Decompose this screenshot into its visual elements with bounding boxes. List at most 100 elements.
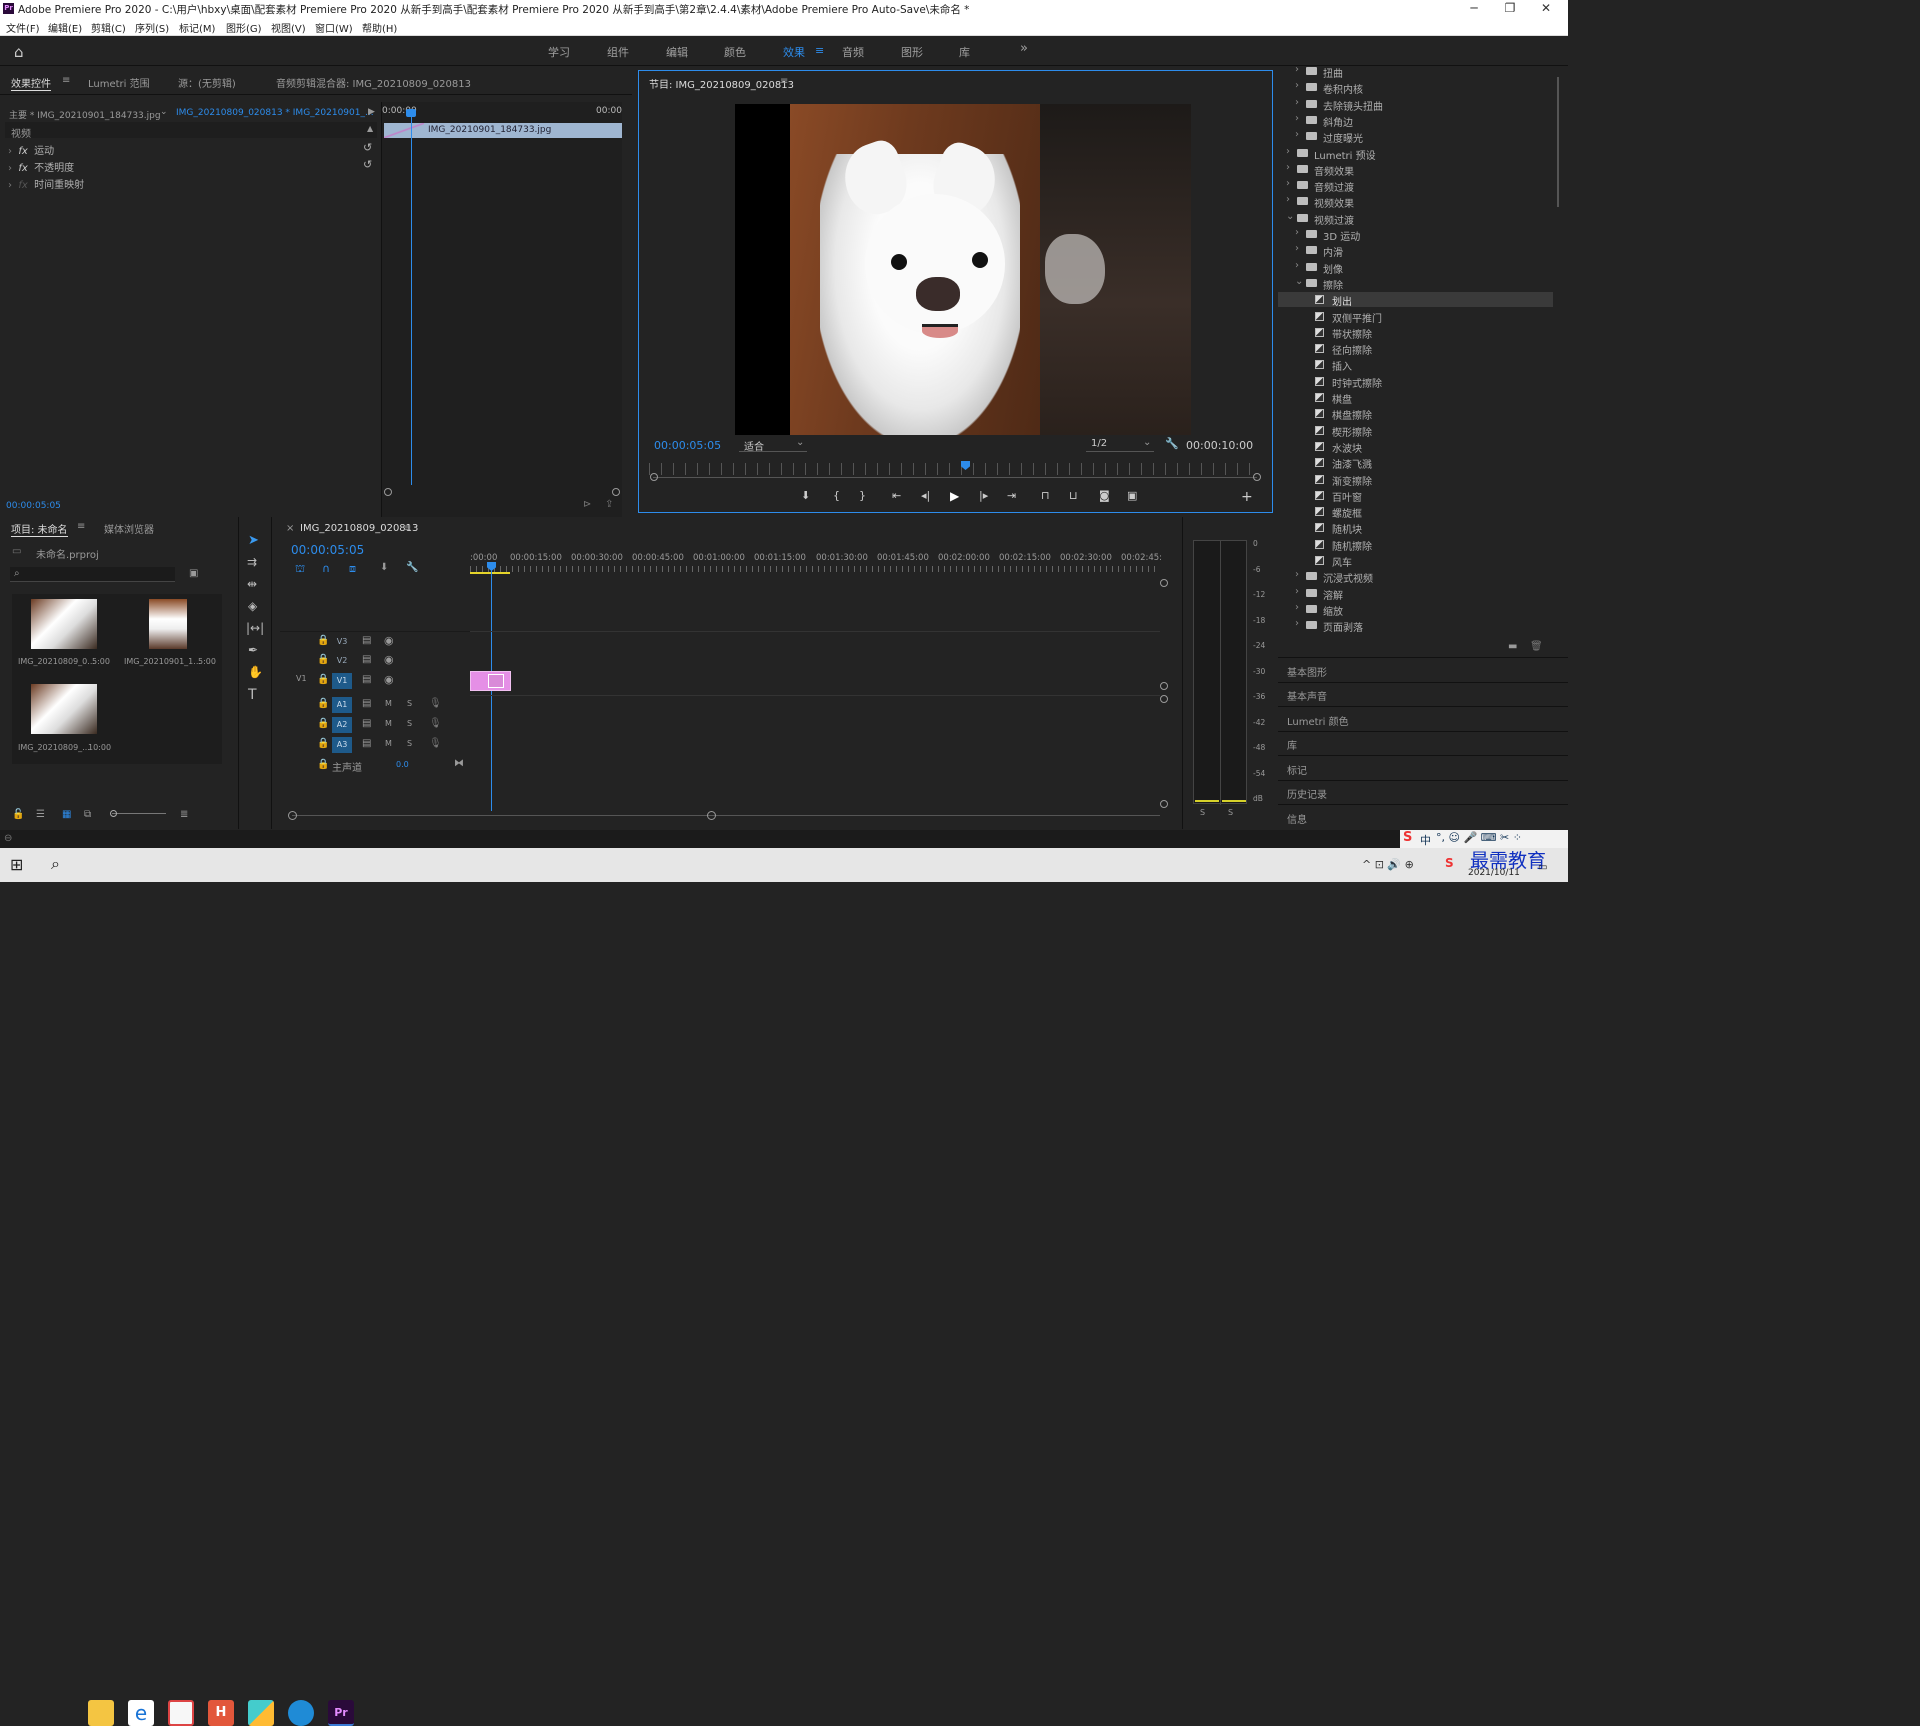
panel-libraries[interactable]: 库: [1287, 737, 1297, 752]
track-label[interactable]: V1: [332, 673, 352, 689]
effects-tree-item[interactable]: 棋盘: [1278, 390, 1553, 406]
resolution-dropdown[interactable]: 1/2 ⌄: [1086, 437, 1154, 452]
tab-source[interactable]: 源：(无剪辑): [178, 75, 236, 90]
slip-tool-icon[interactable]: |↔|: [246, 621, 264, 635]
chevron-right-icon[interactable]: ›: [1295, 113, 1299, 124]
tab-media-browser[interactable]: 媒体浏览器: [104, 521, 154, 536]
go-to-out-icon[interactable]: ⇥: [1007, 489, 1016, 502]
step-forward-icon[interactable]: |▸: [979, 489, 988, 502]
windows-start-icon[interactable]: ⊞: [10, 855, 23, 874]
effects-tree-item[interactable]: › 过度曝光: [1278, 129, 1553, 145]
sync-lock-icon[interactable]: ▤: [362, 698, 371, 709]
track-master[interactable]: 🔒 主声道 0.0 ⧓: [280, 755, 750, 775]
effects-tree-item[interactable]: › 页面剥落: [1278, 618, 1553, 634]
effects-tree-item[interactable]: › 划像: [1278, 260, 1553, 276]
new-bin-icon[interactable]: ▣: [189, 568, 198, 579]
app-icon[interactable]: [248, 1700, 274, 1726]
meter-solo-right[interactable]: S: [1228, 808, 1233, 817]
sogou-tray-icon[interactable]: S: [1445, 856, 1454, 870]
extract-icon[interactable]: ⊔: [1069, 489, 1078, 502]
workspace-audio[interactable]: 音频: [842, 44, 864, 60]
effect-motion[interactable]: 运动: [34, 146, 54, 157]
list-view-icon[interactable]: ☰: [36, 809, 45, 820]
effects-tree-item[interactable]: › 缩放: [1278, 602, 1553, 618]
reset-motion-icon[interactable]: ↺: [363, 141, 372, 154]
menu-clip[interactable]: 剪辑(C): [91, 20, 126, 35]
chevron-right-icon[interactable]: ›: [1295, 80, 1299, 91]
chevron-right-icon[interactable]: ›: [1295, 569, 1299, 580]
ec-mini-timeline[interactable]: 0:00:00 00:00 IMG_20210901_184733.jpg: [381, 102, 622, 524]
ime-mode[interactable]: 中: [1420, 832, 1431, 848]
timeline-horizontal-scrollbar[interactable]: [292, 815, 1160, 816]
project-thumb-1[interactable]: [31, 599, 97, 649]
add-button-icon[interactable]: +: [1241, 489, 1253, 505]
search-icon[interactable]: ⌕: [51, 854, 60, 874]
chevron-right-icon[interactable]: ›: [1286, 146, 1290, 157]
mute-button[interactable]: M: [385, 719, 392, 728]
master-volume-value[interactable]: 0.0: [396, 760, 409, 769]
workspace-editing[interactable]: 编辑: [666, 44, 688, 60]
ec-timecode[interactable]: 00:00:05:05: [6, 501, 61, 511]
chevron-right-icon[interactable]: ›: [1295, 260, 1299, 271]
effects-tree-item[interactable]: 插入: [1278, 357, 1553, 373]
effect-opacity[interactable]: 不透明度: [34, 163, 74, 174]
effects-tree-item[interactable]: 水波块: [1278, 439, 1553, 455]
tab-audio-clip-mixer[interactable]: 音频剪辑混合器: IMG_20210809_020813: [276, 75, 471, 90]
tab-menu-icon[interactable]: ≡: [62, 75, 70, 86]
nest-icon[interactable]: ⛫: [295, 562, 305, 577]
sync-lock-icon[interactable]: ▤: [362, 654, 371, 665]
effects-tree-item[interactable]: › 溶解: [1278, 586, 1553, 602]
effects-tree-item[interactable]: 楔形擦除: [1278, 423, 1553, 439]
project-thumb-2[interactable]: [149, 599, 187, 649]
effects-tree-item[interactable]: › 视频效果: [1278, 194, 1553, 210]
lock-icon[interactable]: 🔓: [12, 809, 24, 820]
browser-icon[interactable]: [168, 1700, 194, 1726]
track-label[interactable]: A3: [332, 737, 352, 753]
program-ruler[interactable]: [649, 463, 1259, 475]
chevron-right-icon[interactable]: ›: [1286, 194, 1290, 205]
new-custom-bin-icon[interactable]: ▬: [1508, 641, 1517, 652]
linked-selection-icon[interactable]: ⧈: [349, 562, 356, 576]
snap-icon[interactable]: ∩: [322, 562, 330, 575]
sync-lock-icon[interactable]: ▤: [362, 674, 371, 685]
edge-icon[interactable]: e: [128, 1700, 154, 1726]
panel-markers[interactable]: 标记: [1287, 762, 1307, 777]
sequence-menu-icon[interactable]: ≡: [403, 523, 411, 534]
sync-lock-icon[interactable]: ▤: [362, 635, 371, 646]
tab-lumetri-scopes[interactable]: Lumetri 范围: [88, 75, 150, 90]
effects-tree-item[interactable]: 双侧平推门: [1278, 309, 1553, 325]
solo-button[interactable]: S: [407, 699, 412, 708]
chevron-right-icon[interactable]: ›: [1286, 178, 1290, 189]
compare-icon[interactable]: ▣: [1127, 489, 1137, 502]
hand-tool-icon[interactable]: ✋: [248, 665, 263, 679]
mute-button[interactable]: M: [385, 739, 392, 748]
effects-tree-item[interactable]: › 扭曲: [1278, 67, 1553, 80]
ripple-edit-icon[interactable]: ⇹: [247, 577, 257, 591]
chevron-right-icon[interactable]: ›: [1295, 129, 1299, 140]
hbuilder-icon[interactable]: H: [208, 1700, 234, 1726]
lock-icon[interactable]: 🔒: [317, 635, 329, 646]
master-clip-label[interactable]: 主要 * IMG_20210901_184733.jpg: [9, 108, 161, 121]
lock-icon[interactable]: 🔒: [317, 738, 329, 749]
effects-tree-item[interactable]: 随机块: [1278, 520, 1553, 536]
chevron-down-icon[interactable]: ⌄: [1295, 276, 1303, 287]
sync-lock-icon[interactable]: ▤: [362, 718, 371, 729]
chevron-right-icon[interactable]: ›: [1286, 162, 1290, 173]
effects-scrollbar[interactable]: [1557, 77, 1559, 207]
effects-tree-item[interactable]: ⌄ 视频过渡: [1278, 211, 1553, 227]
chevron-down-icon[interactable]: ⌄: [160, 107, 168, 117]
lift-icon[interactable]: ⊓: [1041, 489, 1050, 502]
track-v1[interactable]: V1 🔒 V1 ▤ ◉: [280, 671, 750, 691]
mark-in-icon[interactable]: {: [833, 489, 840, 502]
mic-icon[interactable]: 🎙: [429, 738, 442, 749]
home-icon[interactable]: ⌂: [14, 43, 24, 61]
timeline-clip-v1[interactable]: [470, 671, 511, 691]
tray-icons[interactable]: ^ ⊡ 🔊 ⊕: [1362, 858, 1414, 871]
effects-tree-item[interactable]: › 音频过渡: [1278, 178, 1553, 194]
effects-tree-item[interactable]: 油漆飞溅: [1278, 455, 1553, 471]
project-search-input[interactable]: ⌕: [10, 567, 175, 582]
panel-history[interactable]: 历史记录: [1287, 786, 1327, 801]
play-icon[interactable]: ▶: [950, 489, 959, 503]
close-sequence-icon[interactable]: ×: [286, 523, 294, 534]
effects-tree-item[interactable]: › 3D 运动: [1278, 227, 1553, 243]
